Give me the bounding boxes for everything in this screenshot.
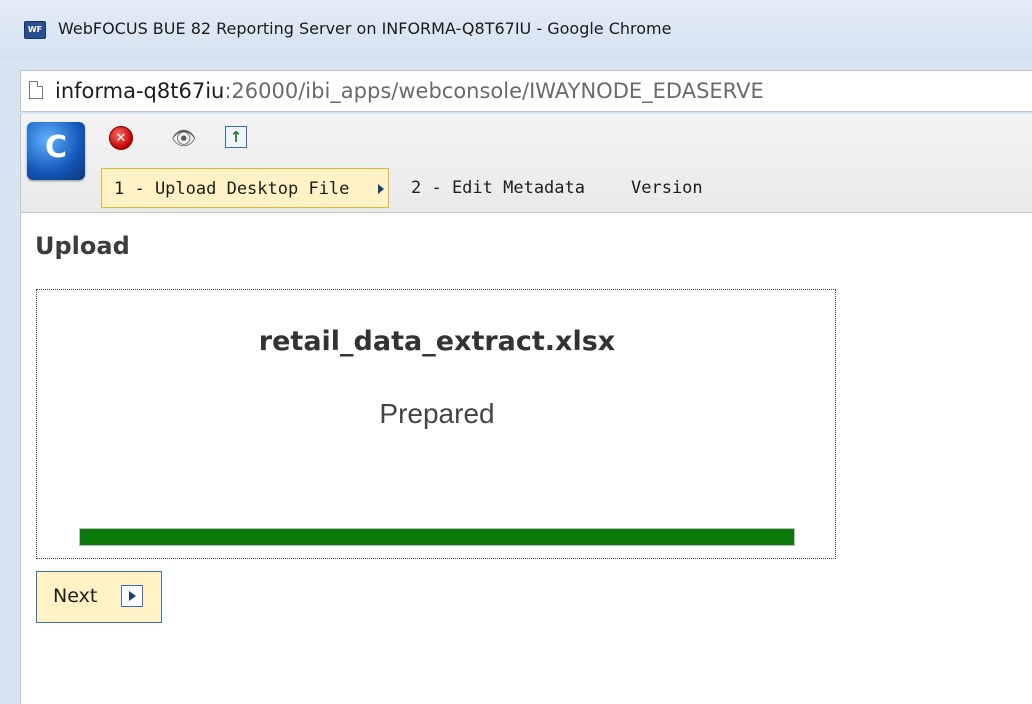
console-logo[interactable]: C	[27, 122, 85, 180]
window-title: WebFOCUS BUE 82 Reporting Server on INFO…	[58, 19, 672, 38]
preview-icon[interactable]: 👁	[171, 126, 196, 150]
upload-status: Prepared	[379, 398, 495, 429]
next-button[interactable]: Next	[36, 571, 162, 623]
page-title: Upload	[35, 232, 130, 260]
upload-progress-bar	[79, 528, 795, 546]
tab-label: 2 - Edit Metadata	[411, 178, 585, 198]
url-host: informa-q8t67iu	[55, 79, 225, 103]
url-text[interactable]: informa-q8t67iu:26000/ibi_apps/webconsol…	[55, 79, 764, 103]
upload-panel: retail_data_extract.xlsx Prepared	[36, 289, 836, 559]
uploaded-filename: retail_data_extract.xlsx	[258, 326, 616, 357]
address-bar[interactable]: informa-q8t67iu:26000/ibi_apps/webconsol…	[20, 70, 1032, 112]
arrow-right-icon	[121, 585, 143, 607]
browser-window: WF WebFOCUS BUE 82 Reporting Server on I…	[0, 0, 1032, 704]
chevron-right-icon	[378, 184, 384, 194]
tab-label: Version	[631, 178, 703, 198]
tab-label: 1 - Upload Desktop File	[114, 179, 350, 199]
tab-version[interactable]: Version	[631, 168, 703, 208]
close-icon[interactable]: ✕	[109, 126, 133, 150]
progress-fill	[80, 529, 794, 545]
tab-upload-desktop-file[interactable]: 1 - Upload Desktop File	[101, 168, 389, 208]
next-button-label: Next	[53, 585, 98, 607]
upload-icon[interactable]: ↑	[225, 126, 247, 148]
page-viewport: C ✕ 👁 ↑ 1 - Upload Desktop File 2 - Edit…	[20, 114, 1032, 704]
title-bar: WF WebFOCUS BUE 82 Reporting Server on I…	[0, 0, 1032, 60]
url-path: :26000/ibi_apps/webconsole/IWAYNODE_EDAS…	[224, 79, 764, 103]
console-toolbar: C ✕ 👁 ↑ 1 - Upload Desktop File 2 - Edit…	[21, 114, 1032, 213]
page-icon	[29, 81, 43, 99]
tab-edit-metadata[interactable]: 2 - Edit Metadata	[411, 168, 585, 208]
webfocus-app-icon: WF	[24, 21, 46, 39]
